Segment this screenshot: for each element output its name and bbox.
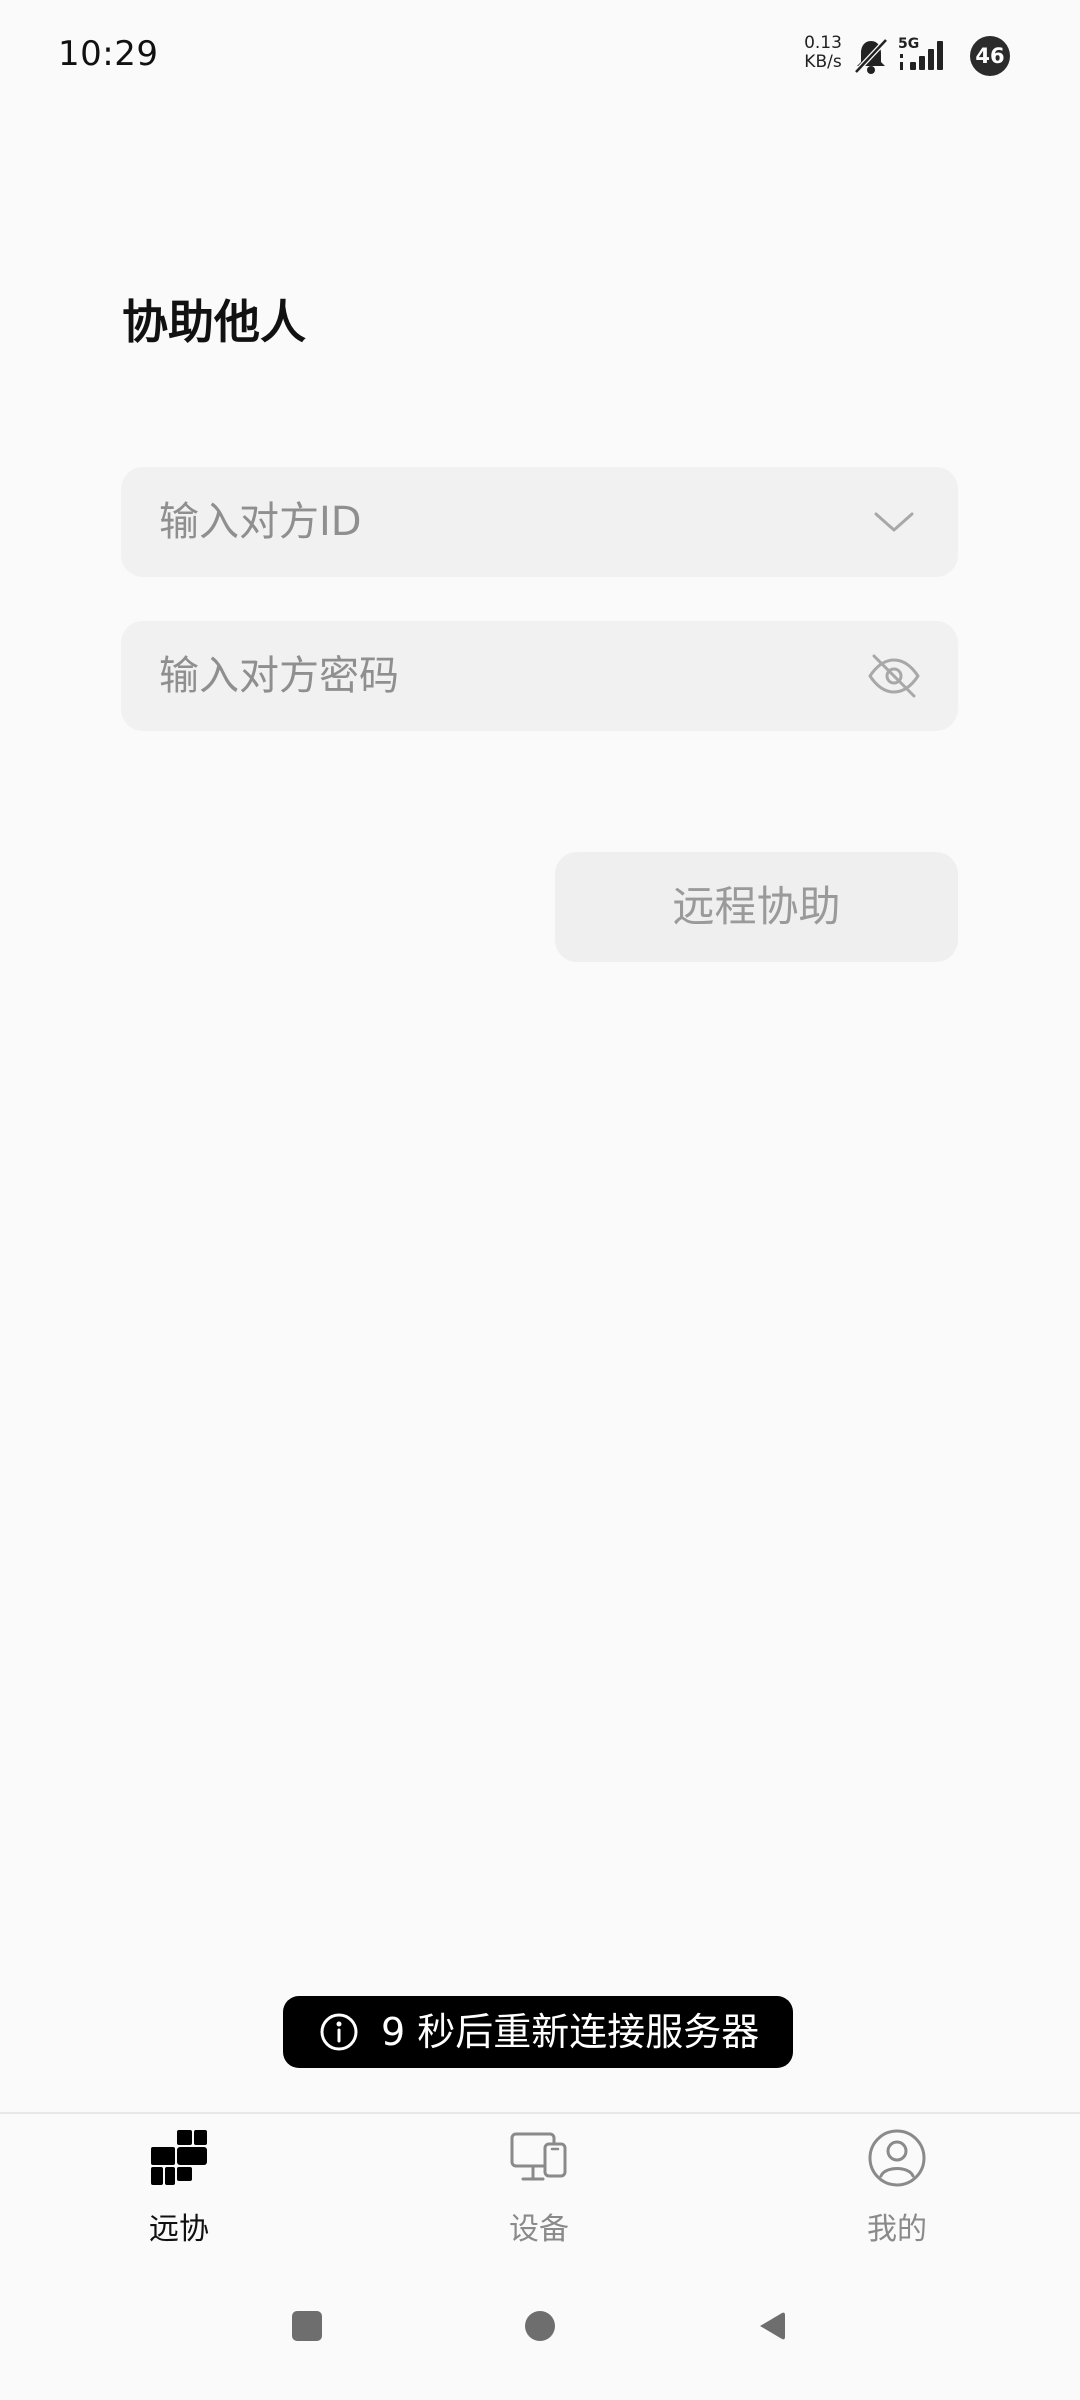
battery-badge: 46 <box>970 36 1010 76</box>
devices-icon <box>510 2132 567 2181</box>
network-type: 5G <box>898 36 919 52</box>
home-icon[interactable] <box>520 2306 560 2346</box>
remote-assist-button[interactable]: 远程协助 <box>555 852 958 962</box>
tab-mine[interactable]: 我的 <box>797 2114 997 2264</box>
remote-assist-icon <box>151 2130 207 2185</box>
net-speed-value: 0.13 <box>804 33 842 53</box>
partner-id-field[interactable] <box>121 467 958 577</box>
reconnect-toast: 9 秒后重新连接服务器 <box>283 1996 793 2068</box>
bottom-tab-bar: 远协 设备 我的 <box>0 2112 1080 2264</box>
toast-message: 9 秒后重新连接服务器 <box>381 2010 760 2054</box>
status-time: 10:29 <box>58 34 159 74</box>
back-icon[interactable] <box>752 2306 792 2346</box>
tab-label: 设备 <box>509 2212 569 2247</box>
system-nav-bar <box>0 2262 1080 2400</box>
tab-label: 远协 <box>149 2212 209 2247</box>
screen: 10:29 0.13 KB/s 5G 46 协助他人 输入对方ID 远程协助 9… <box>0 0 1080 2400</box>
signal-icon: 5G <box>898 36 943 70</box>
partner-password-field[interactable] <box>121 621 958 731</box>
net-speed: 0.13 KB/s <box>800 34 846 72</box>
info-icon <box>320 2013 358 2051</box>
page-title: 协助他人 <box>122 295 306 349</box>
tab-remote-assist[interactable]: 远协 <box>79 2114 279 2264</box>
net-speed-unit: KB/s <box>804 52 842 72</box>
recents-icon[interactable] <box>287 2306 327 2346</box>
mute-icon <box>854 38 888 74</box>
eye-off-icon[interactable] <box>866 648 922 704</box>
profile-icon <box>868 2129 926 2187</box>
tab-label: 我的 <box>867 2212 927 2247</box>
chevron-down-icon[interactable] <box>866 494 922 550</box>
partner-id-input[interactable] <box>159 467 839 577</box>
tab-devices[interactable]: 设备 <box>439 2114 639 2264</box>
status-bar: 10:29 0.13 KB/s 5G 46 <box>0 0 1080 110</box>
partner-password-input[interactable] <box>159 621 839 731</box>
